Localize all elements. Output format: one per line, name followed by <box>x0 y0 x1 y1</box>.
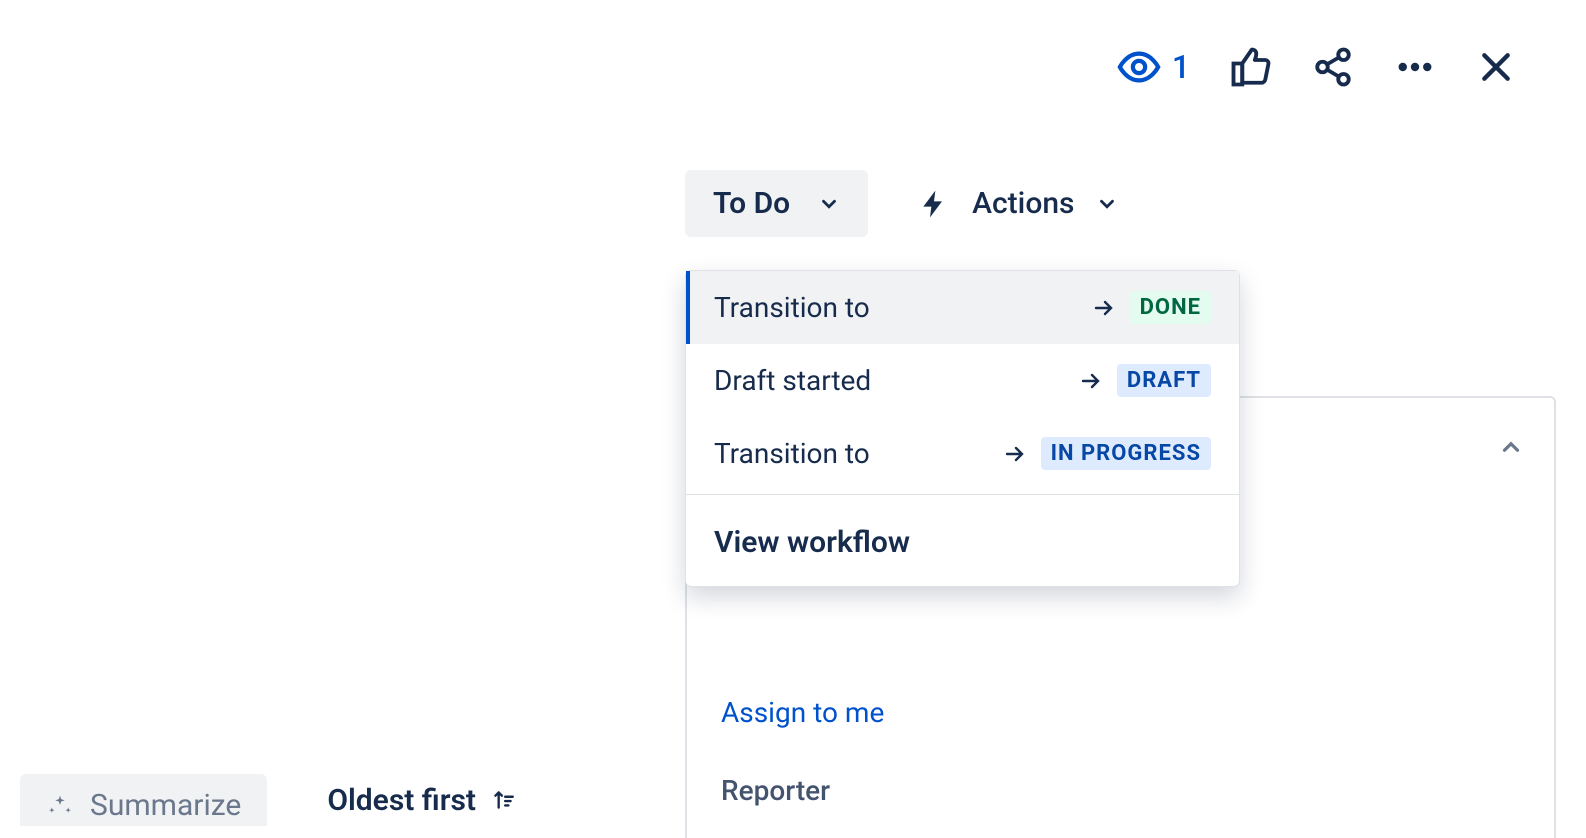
eye-icon <box>1116 44 1162 90</box>
watch-button[interactable]: 1 <box>1116 44 1190 90</box>
arrow-right-icon <box>1092 296 1116 320</box>
share-icon <box>1312 46 1354 88</box>
arrow-right-icon <box>1079 369 1103 393</box>
sort-icon <box>490 787 516 813</box>
reporter-field-label: Reporter <box>721 774 830 807</box>
transition-label: Draft started <box>714 364 871 397</box>
watch-count: 1 <box>1172 48 1190 86</box>
actions-dropdown-button[interactable]: Actions <box>918 186 1118 221</box>
actions-label: Actions <box>972 186 1074 221</box>
chevron-down-icon <box>1096 193 1118 215</box>
chevron-down-icon <box>818 193 840 215</box>
status-row: To Do Actions <box>685 170 1118 237</box>
transition-option-draft[interactable]: Draft started DRAFT <box>686 344 1239 417</box>
view-workflow-link[interactable]: View workflow <box>686 499 1239 586</box>
transition-label: Transition to <box>714 291 870 324</box>
arrow-right-icon <box>1003 442 1027 466</box>
status-lozenge-done: DONE <box>1130 291 1211 324</box>
comments-footer: Summarize Oldest first <box>20 774 516 826</box>
close-button[interactable] <box>1476 47 1516 87</box>
lightning-icon <box>918 188 950 220</box>
status-current-label: To Do <box>713 186 790 221</box>
more-horizontal-icon <box>1394 46 1436 88</box>
sort-order-label: Oldest first <box>327 783 476 818</box>
status-lozenge-in-progress: IN PROGRESS <box>1041 437 1211 470</box>
details-collapse-button[interactable] <box>1498 434 1524 464</box>
summarize-label: Summarize <box>90 788 241 823</box>
dropdown-divider <box>686 494 1239 495</box>
chevron-up-icon <box>1498 434 1524 460</box>
assign-to-me-link[interactable]: Assign to me <box>721 696 884 729</box>
close-icon <box>1476 47 1516 87</box>
transition-label: Transition to <box>714 437 870 470</box>
summarize-button[interactable]: Summarize <box>20 774 267 826</box>
status-transition-dropdown: Transition to DONE Draft started DRAFT T… <box>685 270 1240 587</box>
status-lozenge-draft: DRAFT <box>1117 364 1211 397</box>
thumbs-up-icon <box>1230 46 1272 88</box>
sparkle-icon <box>46 791 74 819</box>
transition-option-in-progress[interactable]: Transition to IN PROGRESS <box>686 417 1239 490</box>
sort-order-button[interactable]: Oldest first <box>327 783 516 818</box>
share-button[interactable] <box>1312 46 1354 88</box>
like-button[interactable] <box>1230 46 1272 88</box>
issue-top-actions: 1 <box>1116 44 1516 90</box>
more-actions-button[interactable] <box>1394 46 1436 88</box>
status-dropdown-button[interactable]: To Do <box>685 170 868 237</box>
transition-option-done[interactable]: Transition to DONE <box>686 271 1239 344</box>
